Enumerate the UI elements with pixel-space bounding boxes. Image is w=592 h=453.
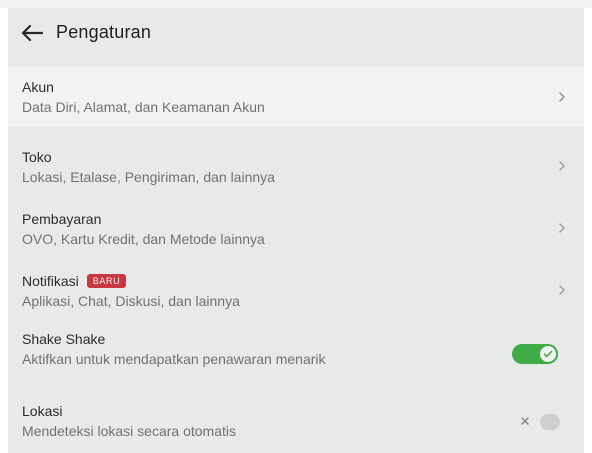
settings-item-subtitle: Lokasi, Etalase, Pengiriman, dan lainnya (22, 169, 275, 185)
back-arrow-icon (21, 24, 43, 41)
lokasi-toggle[interactable] (516, 412, 560, 432)
settings-item-subtitle: Data Diri, Alamat, dan Keamanan Akun (22, 99, 265, 115)
settings-item-title: Notifikasi BARU (22, 273, 566, 289)
toggle-x (518, 414, 532, 428)
settings-item-subtitle: OVO, Kartu Kredit, dan Metode lainnya (22, 231, 265, 247)
settings-item-title: Pembayaran (22, 211, 102, 227)
settings-item-title: Akun (22, 79, 54, 95)
chevron-right-icon (559, 285, 565, 295)
top-strip (0, 0, 592, 8)
settings-item-title: Shake Shake (22, 331, 106, 347)
chevron-right-icon (559, 223, 565, 233)
screenshot-stage: Pengaturan Akun Data Diri, Alamat, dan K… (0, 0, 592, 453)
toggle-knob (540, 346, 556, 362)
settings-screen: Pengaturan Akun Data Diri, Alamat, dan K… (8, 8, 584, 453)
settings-list: Akun Data Diri, Alamat, dan Keamanan Aku… (8, 57, 584, 453)
settings-item-notifikasi[interactable]: Notifikasi BARU Aplikasi, Chat, Diskusi,… (8, 261, 584, 319)
back-button[interactable] (8, 8, 56, 57)
check-icon (543, 350, 553, 358)
shake-shake-toggle[interactable] (512, 344, 558, 364)
chevron-right-icon (559, 92, 565, 102)
settings-item-shake-shake: Shake Shake Aktifkan untuk mendapatkan p… (8, 323, 584, 385)
settings-item-subtitle: Mendeteksi lokasi secara otomatis (22, 423, 236, 439)
settings-item-subtitle: Aktifkan untuk mendapatkan penawaran men… (22, 351, 326, 367)
settings-item-title: Toko (22, 149, 52, 165)
settings-item-lokasi: Lokasi Mendeteksi lokasi secara otomatis (8, 393, 584, 451)
app-header: Pengaturan (8, 8, 584, 57)
close-icon (521, 417, 529, 425)
settings-item-toko[interactable]: Toko Lokasi, Etalase, Pengiriman, dan la… (8, 137, 584, 195)
new-badge: BARU (86, 274, 127, 288)
settings-item-subtitle: Aplikasi, Chat, Diskusi, dan lainnya (22, 293, 240, 309)
settings-item-akun[interactable]: Akun Data Diri, Alamat, dan Keamanan Aku… (8, 67, 584, 127)
settings-item-title: Lokasi (22, 403, 63, 419)
settings-item-pembayaran[interactable]: Pembayaran OVO, Kartu Kredit, dan Metode… (8, 199, 584, 257)
chevron-right-icon (559, 161, 565, 171)
toggle-knob (540, 414, 560, 430)
settings-item-title-text: Notifikasi (22, 273, 79, 289)
page-title: Pengaturan (56, 22, 152, 42)
